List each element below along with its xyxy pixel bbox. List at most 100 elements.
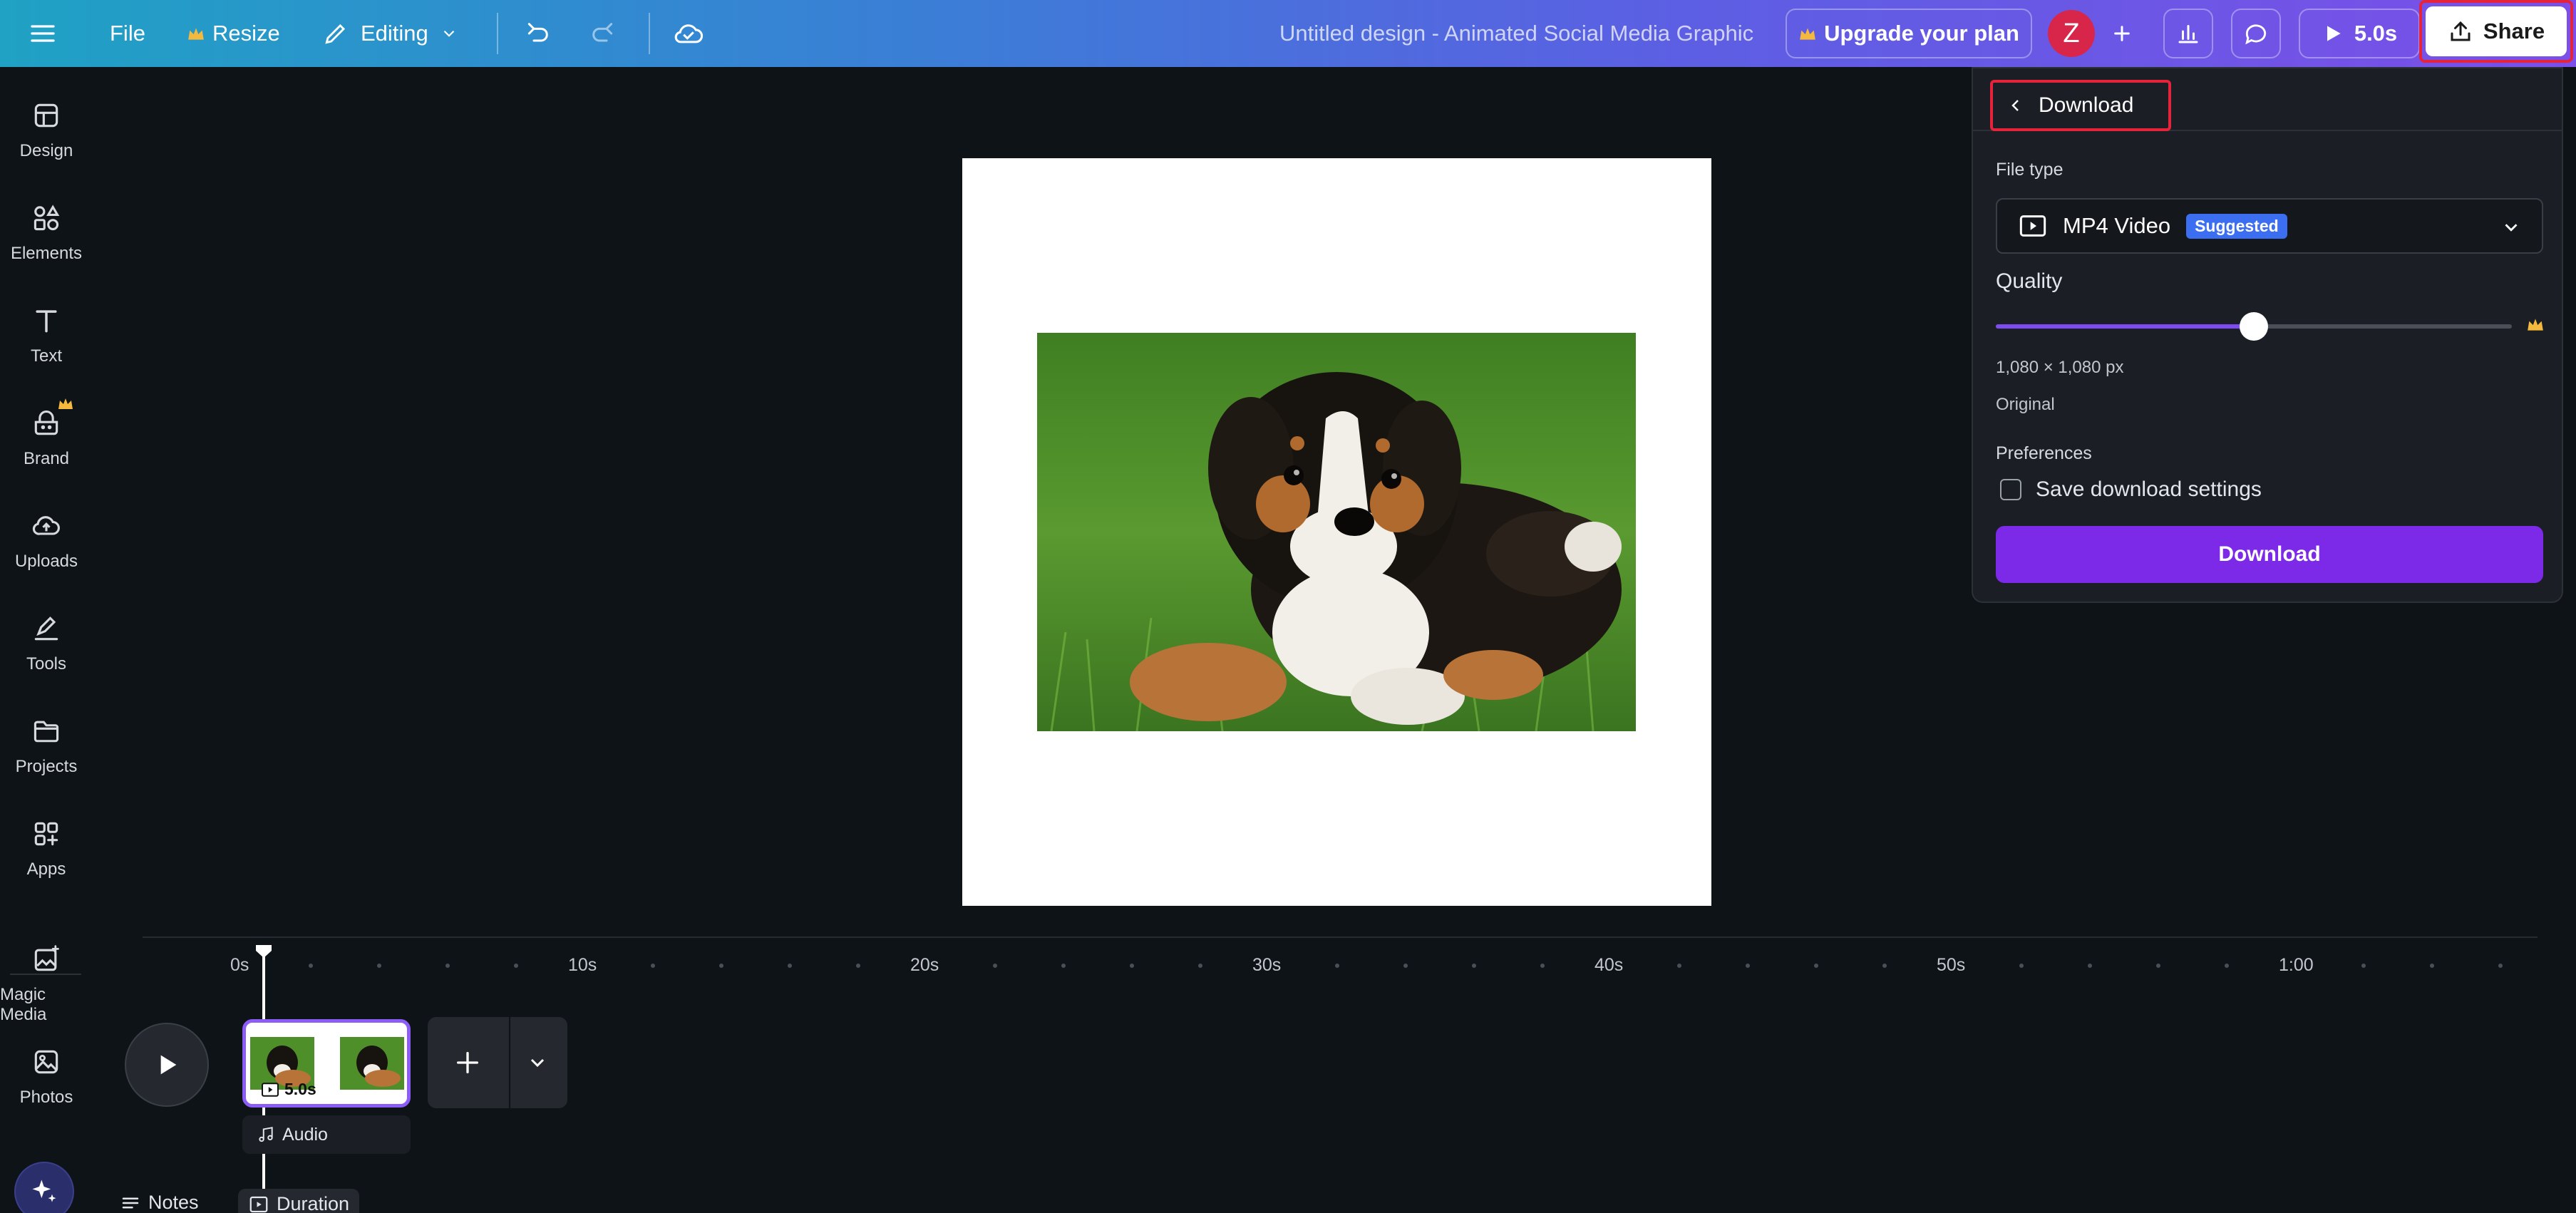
puppy-photo[interactable] <box>1037 333 1636 731</box>
duration-icon <box>249 1196 268 1212</box>
pen-icon <box>29 611 63 646</box>
cloud-upload-icon <box>29 509 63 543</box>
share-label: Share <box>2483 19 2545 43</box>
playhead-handle-icon[interactable] <box>254 944 273 959</box>
download-back-button[interactable]: Download <box>1990 80 2171 131</box>
timeline-tick-dot <box>856 964 860 968</box>
timeline-tick-label: 40s <box>1594 955 1624 975</box>
photo-icon <box>29 1045 63 1079</box>
save-settings-row[interactable]: Save download settings <box>2000 478 2262 502</box>
dimensions-text: 1,080 × 1,080 px <box>1996 358 2124 377</box>
quality-slider-fill <box>1996 324 2254 329</box>
timeline-tick-label: 30s <box>1252 955 1282 975</box>
timeline-play-button[interactable] <box>125 1023 209 1107</box>
sidebar-item-elements[interactable]: Elements <box>0 201 93 264</box>
crown-icon <box>188 28 204 40</box>
sidebar-item-uploads[interactable]: Uploads <box>0 509 93 572</box>
timeline-tick-dot <box>2498 964 2503 968</box>
quality-label: Quality <box>1996 269 2063 293</box>
design-title[interactable]: Untitled design - Animated Social Media … <box>1279 0 1753 67</box>
download-button[interactable]: Download <box>1996 526 2543 583</box>
duration-button[interactable]: Duration <box>238 1189 360 1213</box>
invite-button[interactable] <box>2104 0 2140 67</box>
design-canvas[interactable] <box>962 158 1711 906</box>
audio-track[interactable]: Audio <box>242 1115 411 1154</box>
avatar-initial: Z <box>2063 18 2080 48</box>
notes-button[interactable]: Notes <box>120 1192 199 1213</box>
menu-button[interactable] <box>29 0 57 67</box>
timeline-tick-dot <box>1130 964 1134 968</box>
quality-slider[interactable] <box>1996 312 2512 341</box>
timeline-tick-dot <box>1198 964 1202 968</box>
file-label: File <box>110 21 145 46</box>
add-page-button[interactable] <box>453 1048 482 1080</box>
quality-slider-thumb[interactable] <box>2240 312 2268 341</box>
sidebar-item-tools[interactable]: Tools <box>0 611 93 674</box>
video-file-icon <box>2019 215 2046 237</box>
sidebar-item-apps[interactable]: Apps <box>0 817 93 879</box>
cloud-check-icon <box>674 24 704 43</box>
music-note-icon <box>259 1127 273 1142</box>
hamburger-icon <box>31 25 55 42</box>
timeline-tick-dot <box>445 964 450 968</box>
timeline-tick-dot <box>1882 964 1887 968</box>
clip-duration-label: 5.0s <box>284 1080 316 1098</box>
sidebar-item-magic-media[interactable]: Magic Media <box>0 942 93 1025</box>
sidebar-item-design[interactable]: Design <box>0 98 93 161</box>
toolbar-divider <box>649 13 650 54</box>
sidebar-item-photos[interactable]: Photos <box>0 1045 93 1108</box>
play-duration: 5.0s <box>2354 21 2398 46</box>
editing-mode-button[interactable]: Editing <box>322 0 458 67</box>
timeline-tick-dot <box>1335 964 1339 968</box>
video-icon <box>262 1082 279 1097</box>
left-sidebar: Design Elements Text Brand Uploads Tools <box>0 67 93 1213</box>
save-settings-checkbox[interactable] <box>2000 479 2021 500</box>
sidebar-item-brand[interactable]: Brand <box>0 406 93 469</box>
resize-button[interactable]: Resize <box>187 0 280 67</box>
resize-label: Resize <box>212 21 280 46</box>
file-type-select[interactable]: MP4 Video Suggested <box>1996 198 2543 254</box>
timeline-tick-dot <box>1814 964 1818 968</box>
redo-button[interactable] <box>589 0 617 67</box>
size-preset-text: Original <box>1996 395 2055 414</box>
top-bar: File Resize Editing Untitled design - An… <box>0 0 2576 67</box>
folder-icon <box>29 714 63 748</box>
share-button[interactable]: Share <box>2426 6 2567 56</box>
pencil-icon <box>325 24 346 44</box>
timeline-tick-dot <box>2019 964 2024 968</box>
sidebar-item-label: Photos <box>19 1088 73 1107</box>
save-settings-label: Save download settings <box>2036 478 2262 501</box>
sidebar-item-label: Elements <box>10 244 83 263</box>
undo-button[interactable] <box>523 0 552 67</box>
timeline-tick-dot <box>2430 964 2434 968</box>
save-status-button[interactable] <box>673 0 704 67</box>
add-page-options-button[interactable] <box>526 1051 549 1078</box>
timeline-tick-label: 20s <box>910 955 939 975</box>
video-clip[interactable]: 5.0s <box>242 1019 411 1108</box>
file-menu-button[interactable]: File <box>110 0 145 67</box>
timeline-tick-dot <box>2361 964 2366 968</box>
chevron-down-icon <box>2505 224 2518 232</box>
timeline-tick-dot <box>2088 964 2092 968</box>
timeline-tick-dot <box>1677 964 1681 968</box>
crown-icon <box>1800 28 1815 40</box>
crown-icon <box>58 398 73 409</box>
play-icon <box>2327 26 2341 41</box>
timeline-tick-label: 50s <box>1937 955 1966 975</box>
insights-button[interactable] <box>2163 9 2213 58</box>
bar-chart-icon <box>2178 25 2198 43</box>
editing-label: Editing <box>361 21 428 46</box>
upgrade-plan-button[interactable]: Upgrade your plan <box>1786 9 2032 58</box>
upgrade-label: Upgrade your plan <box>1824 21 2019 46</box>
chevron-down-icon <box>530 1058 545 1068</box>
comment-icon <box>2245 24 2267 45</box>
sidebar-item-label: Magic Media <box>0 985 47 1024</box>
avatar[interactable]: Z <box>2048 10 2095 57</box>
timeline-tick-dot <box>788 964 792 968</box>
notes-icon <box>122 1197 139 1208</box>
sidebar-item-text[interactable]: Text <box>0 304 93 366</box>
sidebar-item-projects[interactable]: Projects <box>0 714 93 777</box>
comments-button[interactable] <box>2231 9 2281 58</box>
file-type-label: File type <box>1996 160 2064 180</box>
preview-play-button[interactable]: 5.0s <box>2299 9 2420 58</box>
